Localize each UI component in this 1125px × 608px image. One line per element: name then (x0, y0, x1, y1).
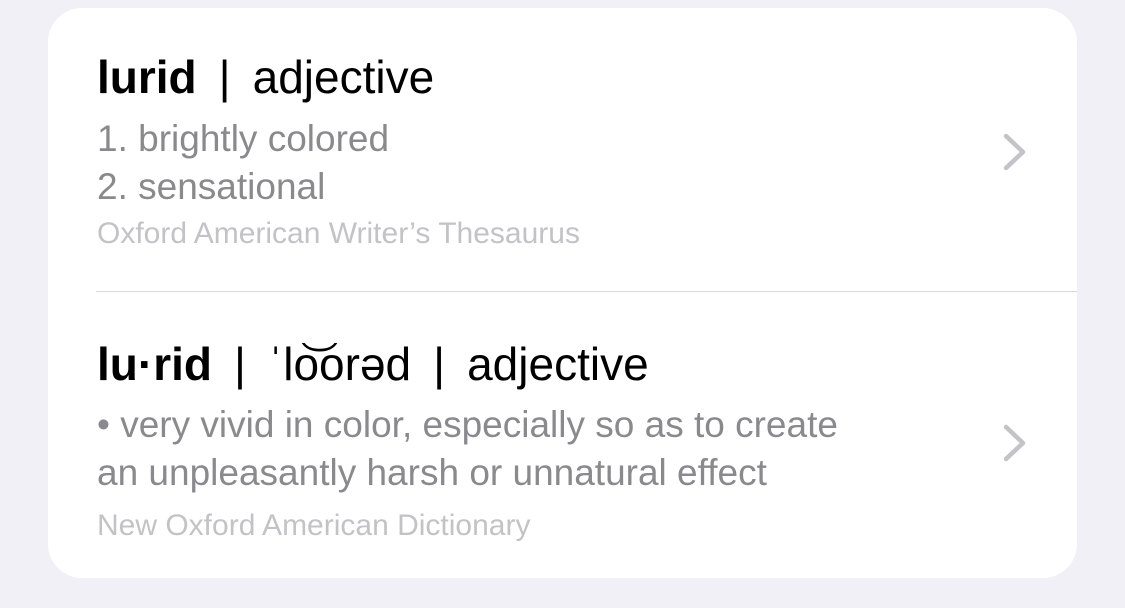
entry-source: Oxford American Writer’s Thesaurus (97, 217, 580, 250)
chevron-right-icon[interactable] (1000, 132, 1030, 172)
pronunciation: ˈlo͝orəd (267, 338, 412, 390)
part-of-speech: adjective (252, 51, 435, 103)
definition-line: an unpleasantly harsh or unnatural effec… (97, 452, 767, 493)
definition-line: 2. sensational (97, 166, 326, 207)
dictionary-card: lurid | adjective 1. brightly colored 2. s… (48, 8, 1077, 578)
headword: lurid (97, 51, 197, 103)
dictionary-entry[interactable]: lu·rid | ˈlo͝orəd | adjective • very vivid i… (48, 293, 1077, 578)
separator: | (218, 51, 231, 103)
entry-source: New Oxford American Dictionary (97, 509, 531, 542)
separator: | (233, 338, 246, 390)
separator: | (433, 338, 446, 390)
definition-line: 1. brightly colored (97, 118, 390, 159)
headword: lu·rid (97, 338, 212, 390)
chevron-right-icon[interactable] (1000, 423, 1030, 463)
entry-headline: lu·rid | ˈlo͝orəd | adjective (97, 341, 649, 387)
part-of-speech: adjective (467, 338, 649, 390)
entry-divider (96, 291, 1077, 292)
entry-headline: lurid | adjective (97, 54, 434, 100)
definition-line: • very vivid in color, especially so as … (97, 404, 838, 445)
thesaurus-entry[interactable]: lurid | adjective 1. brightly colored 2. s… (48, 8, 1077, 292)
